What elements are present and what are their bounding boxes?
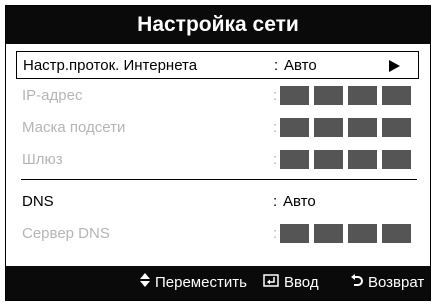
colon: : [273, 119, 278, 136]
colon: : [273, 87, 278, 104]
subnet-mask-row: Маска подсети : [16, 114, 419, 142]
return-label: Возврат [368, 274, 425, 291]
arrow-right-icon [389, 60, 400, 72]
network-settings-panel: Настройка сети Настр.проток. Интернета :… [5, 5, 431, 301]
colon: : [273, 193, 278, 210]
divider [21, 179, 417, 180]
gateway-row: Шлюз : [16, 146, 419, 174]
enter-label: Ввод [284, 274, 319, 291]
ip-block [314, 86, 343, 105]
ip-block [314, 224, 343, 243]
ip-block [348, 150, 377, 169]
ip-block [348, 224, 377, 243]
ip-block [280, 224, 309, 243]
ip-address-row: IP-адрес : [16, 82, 419, 110]
dns-row[interactable]: DNS : Авто [16, 188, 419, 216]
updown-arrows-icon [140, 266, 150, 300]
colon: : [273, 225, 278, 242]
enter-hint[interactable]: Ввод [263, 266, 319, 300]
dns-server-row: Сервер DNS : [16, 220, 419, 248]
ip-block [314, 150, 343, 169]
move-hint[interactable]: Переместить [140, 266, 247, 300]
gateway-label: Шлюз [22, 151, 63, 168]
ip-block [382, 150, 411, 169]
ip-block [348, 118, 377, 137]
ip-block [280, 86, 309, 105]
ip-block [280, 150, 309, 169]
internet-protocol-value: Авто [284, 57, 317, 74]
move-label: Переместить [155, 274, 247, 291]
subnet-mask-label: Маска подсети [22, 119, 126, 136]
ip-block [382, 86, 411, 105]
colon: : [273, 151, 278, 168]
ip-address-label: IP-адрес [22, 87, 83, 104]
ip-block [348, 86, 377, 105]
ip-block [280, 118, 309, 137]
footer-bar: Переместить Ввод Возврат [6, 266, 430, 300]
return-hint[interactable]: Возврат [351, 266, 424, 300]
enter-icon [263, 266, 279, 300]
dns-value: Авто [283, 193, 316, 210]
internet-protocol-label: Настр.проток. Интернета [23, 57, 198, 74]
dns-label: DNS [22, 193, 54, 210]
return-icon [351, 266, 363, 300]
internet-protocol-row[interactable]: Настр.проток. Интернета : Авто [16, 51, 419, 79]
page-title: Настройка сети [6, 6, 430, 44]
ip-block [314, 118, 343, 137]
dns-server-label: Сервер DNS [22, 225, 110, 242]
colon: : [274, 57, 279, 74]
ip-block [382, 118, 411, 137]
ip-block [382, 224, 411, 243]
